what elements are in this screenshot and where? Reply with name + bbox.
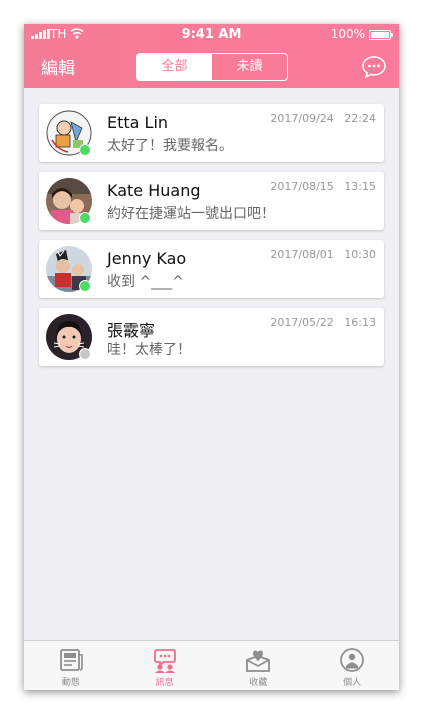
conversation-item[interactable]: Etta Lin 太好了！我要報名。 2017/09/24 22:24: [39, 104, 384, 162]
segment-unread[interactable]: 未讀: [212, 54, 287, 80]
phone-screen: TH 9:41 AM 100% 編輯 全部 未讀 Etta Lin 太好了！我要…: [24, 24, 399, 690]
chat-bubble-icon[interactable]: [361, 55, 387, 79]
filter-segmented-control[interactable]: 全部 未讀: [136, 53, 288, 81]
contact-name: 張霰寧: [107, 321, 156, 340]
battery-icon: [369, 30, 393, 40]
tab-messages[interactable]: 訊息: [118, 641, 212, 690]
message-date: 2017/09/24 22:24: [270, 112, 376, 125]
status-bar: TH 9:41 AM 100%: [24, 24, 399, 44]
contact-name: Etta Lin: [107, 113, 169, 132]
tab-news[interactable]: 動態: [24, 641, 118, 690]
message-date: 2017/05/22 16:13: [270, 316, 376, 329]
message-date: 2017/08/15 13:15: [270, 180, 376, 193]
favorite-icon: [246, 650, 271, 672]
conversation-item[interactable]: 張霰寧 哇！太棒了！ 2017/05/22 16:13: [39, 308, 384, 366]
header: TH 9:41 AM 100% 編輯 全部 未讀: [24, 24, 399, 88]
tab-bar: 動態 訊息 收藏 個人: [24, 640, 399, 690]
conversation-item[interactable]: Jenny Kao 收到 ^___^ 2017/08/01 10:30: [39, 240, 384, 298]
tab-profile[interactable]: 個人: [305, 641, 399, 690]
message-preview: 哇！太棒了！: [107, 342, 191, 358]
edit-button[interactable]: 編輯: [41, 54, 75, 79]
battery-percent: 100%: [330, 27, 365, 41]
message-preview: 收到 ^___^: [107, 274, 184, 290]
profile-icon: [340, 648, 365, 672]
tab-label: 訊息: [155, 678, 174, 688]
conversation-list: Etta Lin 太好了！我要報名。 2017/09/24 22:24 Kate…: [39, 104, 384, 376]
tab-label: 動態: [61, 678, 80, 688]
message-preview: 約好在捷運站一號出口吧！: [107, 206, 275, 222]
segment-all[interactable]: 全部: [137, 54, 212, 80]
contact-name: Jenny Kao: [107, 249, 187, 268]
conversation-item[interactable]: Kate Huang 約好在捷運站一號出口吧！ 2017/08/15 13:15: [39, 172, 384, 230]
news-icon: [59, 649, 83, 671]
tab-favorites[interactable]: 收藏: [212, 641, 306, 690]
message-preview: 太好了！我要報名。: [107, 138, 233, 154]
message-date: 2017/08/01 10:30: [270, 248, 376, 261]
online-status-dot: [79, 280, 91, 292]
offline-status-dot: [79, 348, 91, 360]
tab-label: 收藏: [249, 678, 268, 688]
online-status-dot: [79, 144, 91, 156]
online-status-dot: [79, 212, 91, 224]
message-icon: [153, 649, 176, 673]
tab-label: 個人: [343, 678, 362, 688]
contact-name: Kate Huang: [107, 181, 201, 200]
